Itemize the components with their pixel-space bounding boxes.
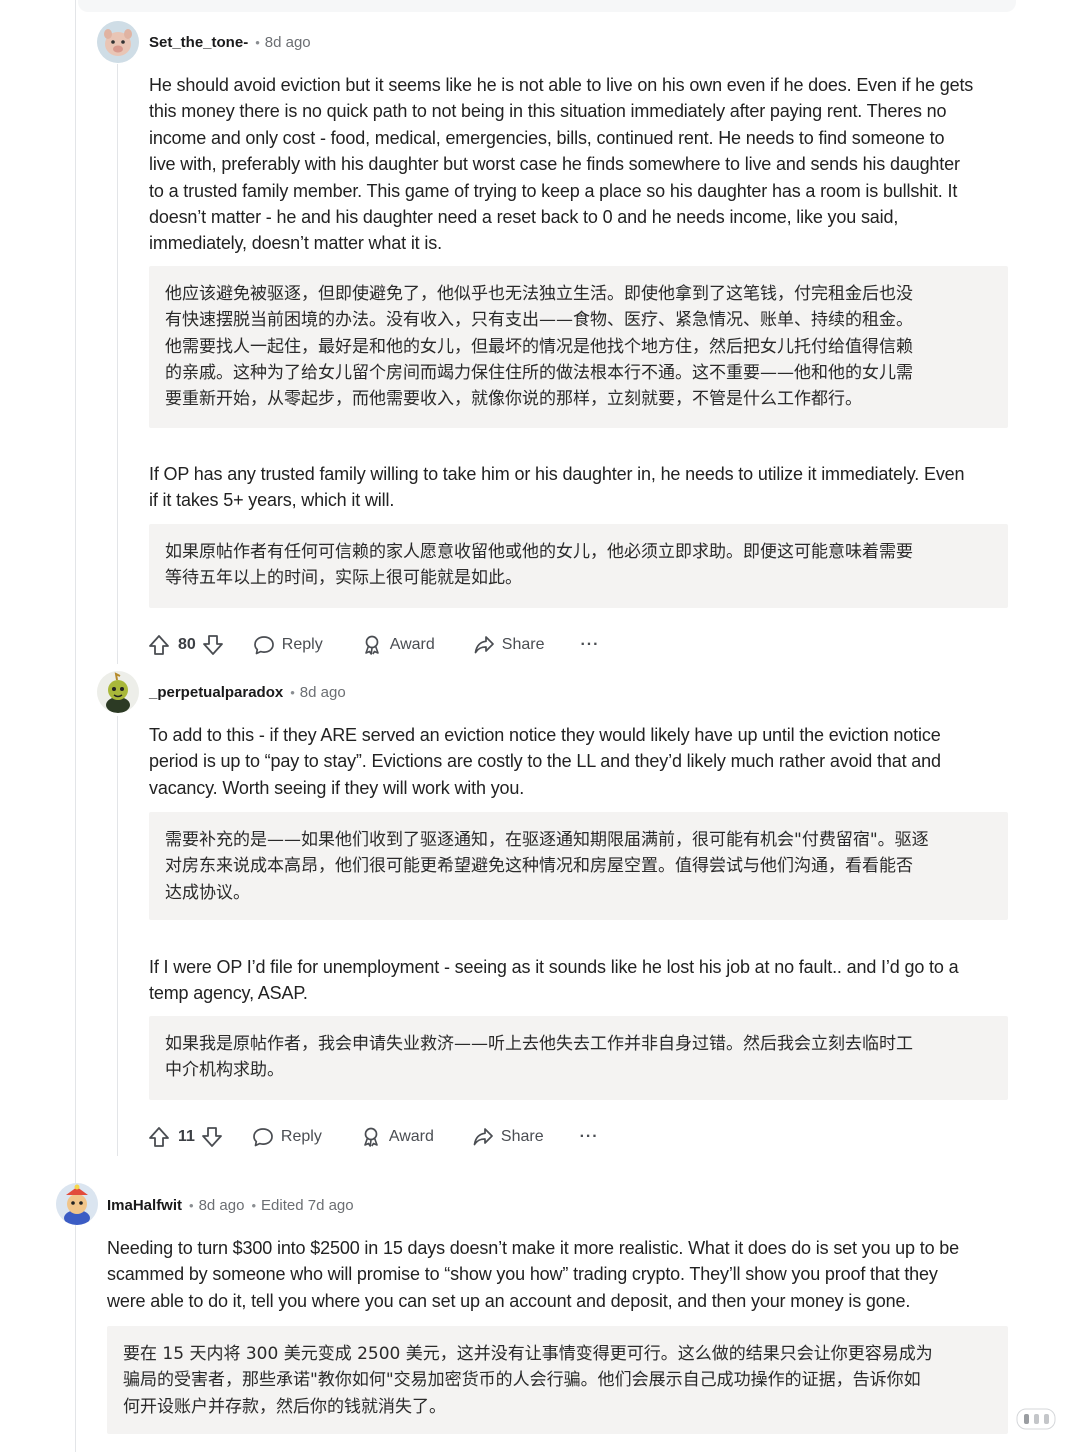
translation-line: 中介机构求助。 bbox=[165, 1060, 284, 1081]
username[interactable]: _perpetualparadox bbox=[149, 684, 283, 701]
text-line: were able to do it, tell you where you c… bbox=[107, 1290, 911, 1311]
translation-line: 如果原帖作者有任何可信赖的家人愿意收留他或他的女儿，他必须立即求助。即便这可能意… bbox=[165, 542, 913, 562]
translation-line: 他需要找人一起住，最好是和他的女儿，但最坏的情况是他找个地方住，然后把女儿托付给… bbox=[165, 336, 913, 357]
avatar[interactable] bbox=[56, 1183, 98, 1225]
share-icon bbox=[472, 1126, 494, 1148]
translation-box: 他应该避免被驱逐，但即使避免了，他似乎也无法独立生活。即使他拿到了这笔钱，付完租… bbox=[149, 266, 1008, 428]
username[interactable]: Set_the_tone- bbox=[149, 34, 248, 51]
award-button[interactable]: Award bbox=[361, 634, 435, 656]
share-icon bbox=[473, 634, 495, 656]
separator-dot: • bbox=[290, 684, 295, 700]
vote-count: 80 bbox=[178, 636, 196, 653]
translation-line: 要在 15 天内将 300 美元变成 2500 美元，这并没有让事情变得更可行。… bbox=[123, 1344, 933, 1364]
more-icon[interactable]: ··· bbox=[580, 1128, 599, 1146]
translation-line: 对房东来说成本高昂，他们很可能更希望避免这种情况和房屋空置。值得尝试与他们沟通，… bbox=[165, 856, 913, 877]
text-line: scammed by someone who will promise to “… bbox=[107, 1264, 938, 1285]
avatar[interactable] bbox=[97, 21, 139, 63]
text-line: period is up to “pay to stay”. Evictions… bbox=[149, 751, 941, 772]
avatar[interactable] bbox=[97, 671, 139, 713]
text-line: to a trusted family member. This game of… bbox=[149, 180, 958, 201]
scroll-indicator[interactable] bbox=[1016, 1408, 1056, 1430]
downvote-icon[interactable] bbox=[201, 1126, 223, 1148]
text-line: If OP has any trusted family willing to … bbox=[149, 464, 965, 484]
thread-line-nested bbox=[117, 716, 118, 1156]
username[interactable]: ImaHalfwit bbox=[107, 1197, 182, 1214]
translation-line: 达成协议。 bbox=[165, 882, 250, 903]
share-button[interactable]: Share bbox=[472, 1126, 544, 1148]
share-label: Share bbox=[500, 1128, 544, 1145]
reply-button[interactable]: Reply bbox=[252, 1126, 322, 1148]
previous-comment-box bbox=[78, 0, 1016, 12]
vote-group: 11 bbox=[148, 1126, 223, 1148]
comment-paragraph: If I were OP I’d file for unemployment -… bbox=[149, 954, 1019, 1007]
translation-line: 需要补充的是——如果他们收到了驱逐通知，在驱逐通知期限届满前，很可能有机会"付费… bbox=[165, 830, 929, 850]
comment-paragraph: He should avoid eviction but it seems li… bbox=[149, 72, 1019, 257]
award-label: Award bbox=[389, 636, 435, 653]
comment-paragraph: To add to this - if they ARE served an e… bbox=[149, 722, 1019, 801]
comment-actions: 80 Reply Award Share ··· bbox=[148, 630, 599, 660]
text-line: doesn’t matter - he and his daughter nee… bbox=[149, 207, 899, 228]
comment-meta: _perpetualparadox • 8d ago bbox=[149, 681, 346, 703]
translation-line: 骗局的受害者，那些承诺"教你如何"交易加密货币的人会行骗。他们会展示自己成功操作… bbox=[123, 1370, 921, 1391]
text-line: this money there is no quick path to not… bbox=[149, 101, 947, 122]
comment-paragraph: Needing to turn $300 into $2500 in 15 da… bbox=[107, 1235, 1017, 1314]
text-line: To add to this - if they ARE served an e… bbox=[149, 725, 941, 745]
translation-line: 何开设账户并存款，然后你的钱就消失了。 bbox=[123, 1396, 446, 1417]
comment-actions: 11 Reply Award Share ··· bbox=[148, 1122, 599, 1152]
translation-box: 如果我是原帖作者，我会申请失业救济——听上去他失去工作并非自身过错。然后我会立刻… bbox=[149, 1016, 1008, 1100]
reply-label: Reply bbox=[280, 1128, 322, 1145]
share-button[interactable]: Share bbox=[473, 634, 545, 656]
comment-meta: Set_the_tone- • 8d ago bbox=[149, 31, 311, 53]
downvote-icon[interactable] bbox=[202, 634, 224, 656]
text-line: vacancy. Worth seeing if they will work … bbox=[149, 777, 525, 798]
vote-group: 80 bbox=[148, 634, 224, 656]
separator-dot: • bbox=[189, 1197, 194, 1213]
timestamp[interactable]: 8d ago bbox=[199, 1197, 245, 1214]
award-label: Award bbox=[388, 1128, 434, 1145]
thread-line bbox=[75, 0, 76, 1452]
translation-line: 有快速摆脱当前困境的办法。没有收入，只有支出——食物、医疗、紧急情况、账单、持续… bbox=[165, 310, 913, 331]
text-line: immediately, doesn’t matter what it is. bbox=[149, 233, 442, 254]
text-line: Needing to turn $300 into $2500 in 15 da… bbox=[107, 1238, 960, 1258]
award-button[interactable]: Award bbox=[360, 1126, 434, 1148]
translation-box: 如果原帖作者有任何可信赖的家人愿意收留他或他的女儿，他必须立即求助。即便这可能意… bbox=[149, 524, 1008, 608]
text-line: live with, preferably with his daughter … bbox=[149, 154, 960, 175]
text-line: temp agency, ASAP. bbox=[149, 983, 308, 1004]
translation-line: 要重新开始，从零起步，而他需要收入，就像你说的那样，立刻就要，不管是什么工作都行… bbox=[165, 389, 862, 410]
comment-icon bbox=[252, 1126, 274, 1148]
comment-meta: ImaHalfwit • 8d ago • Edited 7d ago bbox=[107, 1194, 354, 1216]
translation-box: 要在 15 天内将 300 美元变成 2500 美元，这并没有让事情变得更可行。… bbox=[107, 1326, 1008, 1434]
thread-line-nested bbox=[117, 64, 118, 664]
translation-line: 他应该避免被驱逐，但即使避免了，他似乎也无法独立生活。即使他拿到了这笔钱，付完租… bbox=[165, 284, 913, 304]
text-line: income and only cost - food, medical, em… bbox=[149, 127, 945, 148]
comment-icon bbox=[253, 634, 275, 656]
timestamp[interactable]: 8d ago bbox=[265, 34, 311, 51]
text-line: If I were OP I’d file for unemployment -… bbox=[149, 957, 959, 977]
translation-line: 的亲戚。这种为了给女儿留个房间而竭力保住住所的做法根本行不通。这不重要——他和他… bbox=[165, 362, 913, 383]
upvote-icon[interactable] bbox=[148, 634, 170, 656]
vote-count: 11 bbox=[178, 1128, 195, 1145]
comment-paragraph: If OP has any trusted family willing to … bbox=[149, 461, 1019, 514]
text-line: if it takes 5+ years, which it will. bbox=[149, 490, 395, 511]
timestamp[interactable]: 8d ago bbox=[300, 684, 346, 701]
translation-line: 等待五年以上的时间，实际上很可能就是如此。 bbox=[165, 568, 522, 589]
more-icon[interactable]: ··· bbox=[580, 636, 599, 654]
award-icon bbox=[360, 1126, 382, 1148]
text-line: He should avoid eviction but it seems li… bbox=[149, 75, 974, 95]
translation-box: 需要补充的是——如果他们收到了驱逐通知，在驱逐通知期限届满前，很可能有机会"付费… bbox=[149, 812, 1008, 920]
award-icon bbox=[361, 634, 383, 656]
edited-label: Edited 7d ago bbox=[261, 1196, 354, 1214]
upvote-icon[interactable] bbox=[148, 1126, 170, 1148]
separator-dot: • bbox=[251, 1197, 257, 1213]
reply-button[interactable]: Reply bbox=[253, 634, 323, 656]
reply-label: Reply bbox=[281, 636, 323, 653]
separator-dot: • bbox=[255, 34, 260, 50]
translation-line: 如果我是原帖作者，我会申请失业救济——听上去他失去工作并非自身过错。然后我会立刻… bbox=[165, 1034, 913, 1054]
share-label: Share bbox=[501, 636, 545, 653]
